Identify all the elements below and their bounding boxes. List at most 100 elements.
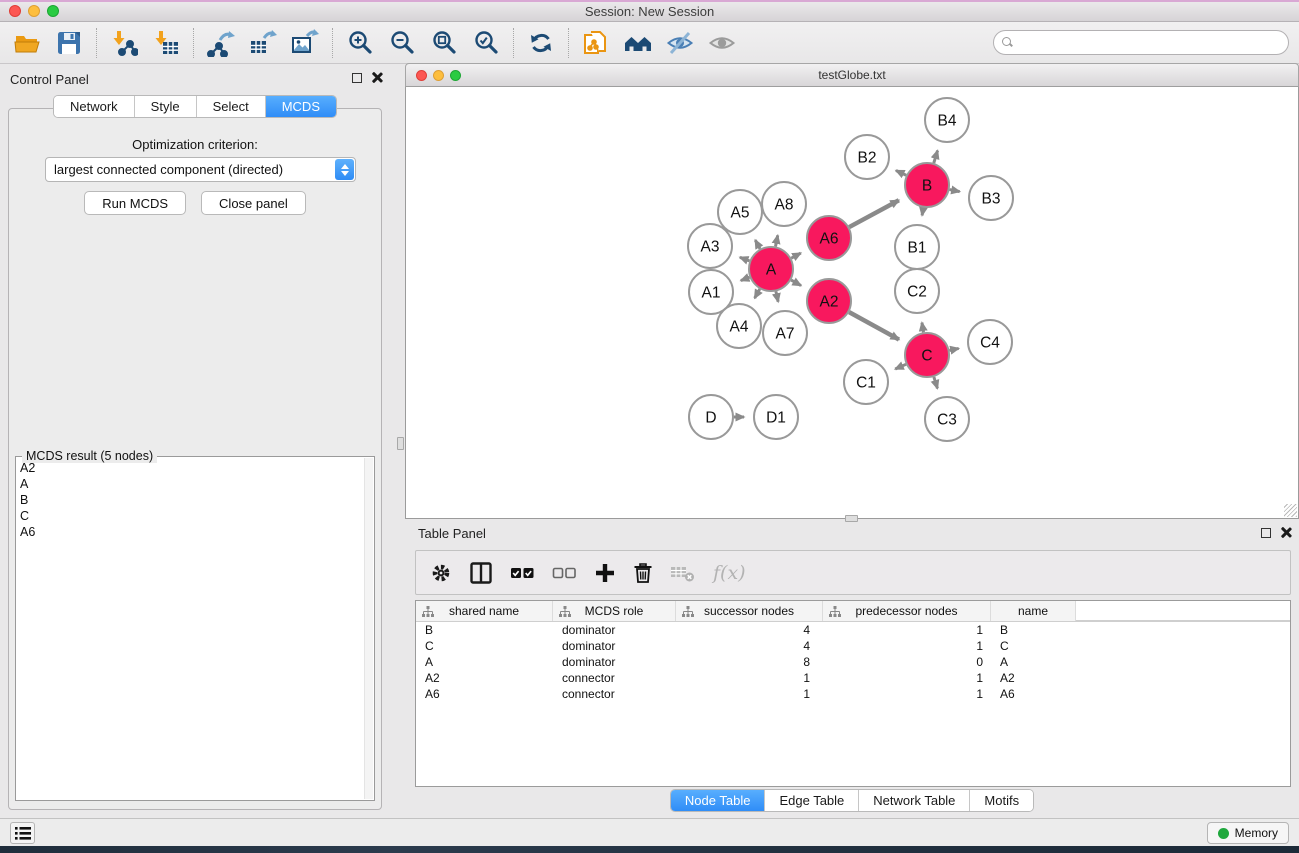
network-graph[interactable]: B4B2BB3A8A5A6A3B1AA1C2A2A4A7CC1C4C3DD1: [406, 87, 1298, 517]
table-cell[interactable]: 1: [676, 687, 823, 701]
select-all-icon[interactable]: [510, 565, 535, 581]
graph-edge-A-A2[interactable]: [791, 280, 801, 285]
graph-edge-A6-B[interactable]: [849, 200, 899, 227]
table-cell[interactable]: 1: [823, 623, 991, 637]
column-header-predecessor-nodes[interactable]: predecessor nodes: [823, 601, 991, 621]
float-table-panel-icon[interactable]: [1261, 528, 1271, 538]
export-table-icon[interactable]: [248, 28, 278, 58]
tab-select[interactable]: Select: [197, 96, 266, 117]
column-header-shared-name[interactable]: shared name: [416, 601, 553, 621]
network-close-button[interactable]: [416, 70, 427, 81]
table-row[interactable]: Bdominator41B: [416, 622, 1290, 638]
export-network-icon[interactable]: [206, 28, 236, 58]
column-header-name[interactable]: name: [991, 601, 1076, 621]
horizontal-splitter-handle[interactable]: [845, 515, 858, 522]
first-neighbors-icon[interactable]: [623, 28, 653, 58]
memory-button[interactable]: Memory: [1207, 822, 1289, 844]
graph-edge-C-C2[interactable]: [922, 323, 924, 333]
network-zoom-button[interactable]: [450, 70, 461, 81]
table-cell[interactable]: 4: [676, 623, 823, 637]
minimize-window-button[interactable]: [28, 5, 40, 17]
graph-edge-C-C1[interactable]: [895, 364, 906, 369]
hide-selected-icon[interactable]: [665, 28, 695, 58]
close-panel-icon[interactable]: [371, 72, 382, 83]
refresh-layout-icon[interactable]: [526, 28, 556, 58]
tab-motifs[interactable]: Motifs: [970, 790, 1033, 811]
zoom-selected-icon[interactable]: [471, 28, 501, 58]
table-cell[interactable]: dominator: [553, 655, 676, 669]
graph-edge-B-B2[interactable]: [896, 171, 906, 176]
close-window-button[interactable]: [9, 5, 21, 17]
graph-edge-A-A4[interactable]: [755, 289, 760, 298]
network-minimize-button[interactable]: [433, 70, 444, 81]
task-history-button[interactable]: [10, 822, 35, 844]
graph-edge-A-A6[interactable]: [791, 253, 800, 258]
table-cell[interactable]: 1: [676, 671, 823, 685]
table-cell[interactable]: C: [416, 639, 553, 653]
table-row[interactable]: Cdominator41C: [416, 638, 1290, 654]
table-row[interactable]: Adominator80A: [416, 654, 1290, 670]
table-options-icon[interactable]: [430, 562, 452, 584]
zoom-fit-icon[interactable]: [429, 28, 459, 58]
table-cell[interactable]: B: [416, 623, 553, 637]
mcds-result-list[interactable]: A2ABCA6: [20, 460, 362, 797]
table-cell[interactable]: connector: [553, 687, 676, 701]
import-table-icon[interactable]: [151, 28, 181, 58]
table-cell[interactable]: C: [991, 639, 1076, 653]
table-cell[interactable]: 1: [823, 639, 991, 653]
graph-edge-B-B3[interactable]: [950, 190, 960, 192]
run-mcds-button[interactable]: Run MCDS: [84, 191, 186, 215]
result-item[interactable]: A2: [20, 460, 362, 476]
deselect-all-icon[interactable]: [552, 565, 577, 581]
window-resize-grip[interactable]: [1284, 504, 1297, 517]
table-cell[interactable]: connector: [553, 671, 676, 685]
tab-edge-table[interactable]: Edge Table: [765, 790, 859, 811]
zoom-in-icon[interactable]: [345, 28, 375, 58]
result-item[interactable]: A: [20, 476, 362, 492]
table-cell[interactable]: 8: [676, 655, 823, 669]
graph-edge-A-A1[interactable]: [741, 277, 750, 280]
export-image-icon[interactable]: [290, 28, 320, 58]
function-builder-icon[interactable]: f(x): [713, 562, 746, 584]
add-icon[interactable]: [594, 562, 616, 584]
tab-mcds[interactable]: MCDS: [266, 96, 336, 117]
graph-edge-A-A8[interactable]: [776, 235, 778, 246]
result-item[interactable]: B: [20, 492, 362, 508]
table-cell[interactable]: A2: [991, 671, 1076, 685]
vertical-splitter-handle[interactable]: [397, 437, 404, 450]
column-header-successor-nodes[interactable]: successor nodes: [676, 601, 823, 621]
graph-edge-A-A5[interactable]: [755, 240, 760, 249]
table-cell[interactable]: A: [416, 655, 553, 669]
open-file-icon[interactable]: [12, 28, 42, 58]
graph-edge-B-B4[interactable]: [934, 151, 938, 163]
show-columns-icon[interactable]: [469, 561, 493, 585]
table-cell[interactable]: 4: [676, 639, 823, 653]
table-cell[interactable]: 0: [823, 655, 991, 669]
table-cell[interactable]: A6: [991, 687, 1076, 701]
table-row[interactable]: A6connector11A6: [416, 686, 1290, 702]
zoom-window-button[interactable]: [47, 5, 59, 17]
delete-table-icon[interactable]: [670, 563, 696, 583]
table-row[interactable]: A2connector11A2: [416, 670, 1290, 686]
graph-edge-A-A7[interactable]: [776, 291, 778, 301]
graph-edge-A-A3[interactable]: [740, 257, 750, 261]
network-window-titlebar[interactable]: testGlobe.txt: [405, 63, 1299, 87]
graph-edge-A2-C[interactable]: [849, 312, 899, 339]
table-cell[interactable]: dominator: [553, 639, 676, 653]
graph-edge-C-C3[interactable]: [934, 377, 938, 389]
close-table-panel-icon[interactable]: [1280, 527, 1291, 538]
table-cell[interactable]: A: [991, 655, 1076, 669]
search-field[interactable]: [993, 30, 1289, 55]
table-cell[interactable]: A2: [416, 671, 553, 685]
delete-icon[interactable]: [633, 561, 653, 584]
tab-network[interactable]: Network: [54, 96, 135, 117]
table-cell[interactable]: A6: [416, 687, 553, 701]
network-canvas[interactable]: B4B2BB3A8A5A6A3B1AA1C2A2A4A7CC1C4C3DD1: [405, 87, 1299, 519]
table-cell[interactable]: 1: [823, 671, 991, 685]
criterion-dropdown[interactable]: largest connected component (directed): [45, 157, 356, 182]
column-header-MCDS-role[interactable]: MCDS role: [553, 601, 676, 621]
tab-style[interactable]: Style: [135, 96, 197, 117]
table-cell[interactable]: dominator: [553, 623, 676, 637]
zoom-out-icon[interactable]: [387, 28, 417, 58]
clone-network-icon[interactable]: [581, 28, 611, 58]
